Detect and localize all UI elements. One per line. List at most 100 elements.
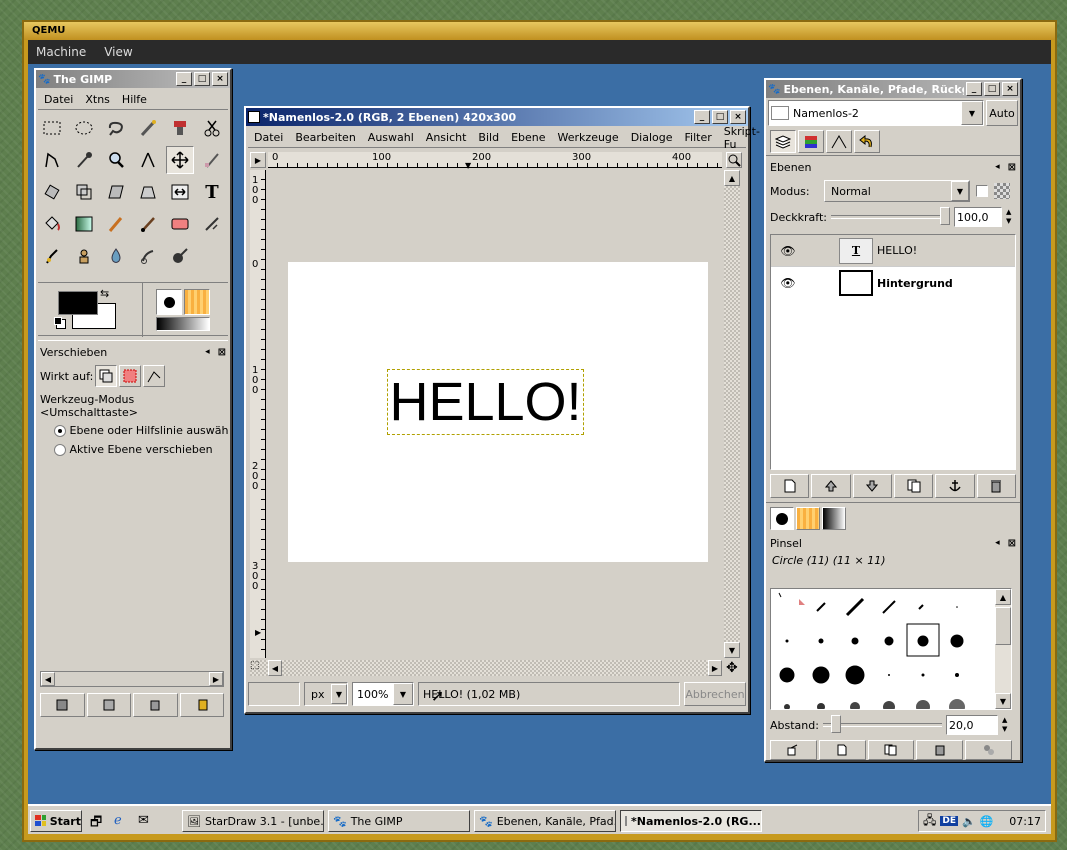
active-pattern-preview[interactable] bbox=[184, 289, 210, 315]
maximize-button[interactable]: □ bbox=[712, 110, 728, 124]
image-titlebar[interactable]: *Namenlos-2.0 (RGB, 2 Ebenen) 420x300 _ … bbox=[246, 108, 748, 126]
menu-werkzeuge[interactable]: Werkzeuge bbox=[552, 131, 625, 144]
opacity-slider-handle[interactable] bbox=[940, 207, 950, 225]
paths-icon[interactable] bbox=[38, 146, 66, 174]
auto-button[interactable]: Auto bbox=[986, 100, 1018, 126]
maximize-button[interactable]: □ bbox=[984, 82, 1000, 96]
scroll-right-button[interactable]: ▶ bbox=[209, 672, 223, 686]
blend-icon[interactable] bbox=[70, 210, 98, 238]
fg-bg-colors[interactable]: ⇆ bbox=[46, 287, 138, 333]
navigation-cross-icon[interactable]: ✥ bbox=[726, 660, 742, 676]
scissors-icon[interactable] bbox=[198, 114, 226, 142]
spacing-slider[interactable] bbox=[822, 715, 942, 733]
globe-icon[interactable]: 🌐 bbox=[980, 815, 994, 828]
delete-options-icon[interactable] bbox=[133, 693, 178, 717]
menu-ebene[interactable]: Ebene bbox=[505, 131, 551, 144]
close-button[interactable]: × bbox=[730, 110, 746, 124]
chevron-down-icon[interactable]: ▼ bbox=[961, 101, 983, 125]
swap-colors-icon[interactable]: ⇆ bbox=[100, 287, 109, 300]
active-brush-preview[interactable] bbox=[156, 289, 182, 315]
menu-filter[interactable]: Filter bbox=[679, 131, 718, 144]
panel-menu-icon[interactable]: ◂ bbox=[995, 538, 1000, 548]
tab-layers-icon[interactable] bbox=[770, 130, 796, 153]
dock-titlebar[interactable]: 🐾 Ebenen, Kanäle, Pfade, Rückg... _ □ × bbox=[766, 80, 1020, 98]
spacing-field[interactable]: 20,0 bbox=[946, 715, 998, 735]
eraser-icon[interactable] bbox=[166, 210, 194, 238]
vertical-ruler[interactable]: 100 0 100 200 300 ▶ bbox=[250, 170, 266, 658]
dodge-burn-icon[interactable] bbox=[166, 242, 194, 270]
ink-icon[interactable] bbox=[38, 242, 66, 270]
measure-icon[interactable] bbox=[134, 146, 162, 174]
option-active-layer[interactable]: Aktive Ebene verschieben bbox=[38, 440, 228, 459]
color-select-icon[interactable] bbox=[166, 114, 194, 142]
affect-path-icon[interactable] bbox=[143, 365, 166, 387]
duplicate-brush-icon[interactable] bbox=[867, 740, 915, 760]
anchor-layer-icon[interactable] bbox=[935, 474, 975, 498]
tab-patterns-icon[interactable] bbox=[796, 507, 820, 530]
network-icon[interactable]: 🖧 bbox=[923, 811, 936, 832]
menu-bild[interactable]: Bild bbox=[472, 131, 505, 144]
desktop-icon[interactable]: 🗗 bbox=[90, 813, 108, 831]
menu-datei[interactable]: Datei bbox=[38, 93, 79, 106]
delete-brush-icon[interactable] bbox=[916, 740, 964, 760]
menu-dialoge[interactable]: Dialoge bbox=[625, 131, 679, 144]
delete-layer-icon[interactable] bbox=[976, 474, 1016, 498]
affect-layer-icon[interactable] bbox=[95, 365, 118, 387]
text-icon[interactable]: T bbox=[198, 178, 226, 206]
layer-row[interactable]: 👁 Hintergrund bbox=[771, 267, 1015, 299]
tab-channels-icon[interactable] bbox=[798, 130, 824, 153]
affect-selection-icon[interactable] bbox=[119, 365, 142, 387]
reset-options-icon[interactable] bbox=[179, 693, 224, 717]
image-select[interactable]: Namenlos-2 ▼ bbox=[768, 100, 984, 126]
perspective-icon[interactable] bbox=[134, 178, 162, 206]
shear-icon[interactable] bbox=[102, 178, 130, 206]
radio-selected[interactable] bbox=[54, 425, 66, 437]
chevron-down-icon[interactable]: ▼ bbox=[951, 181, 969, 201]
scroll-up-button[interactable]: ▲ bbox=[724, 170, 740, 186]
mode-select[interactable]: Normal ▼ bbox=[824, 180, 970, 202]
task-image-window[interactable]: *Namenlos-2.0 (RG... bbox=[620, 810, 762, 832]
close-button[interactable]: × bbox=[212, 72, 228, 86]
unit-select[interactable]: px ▼ bbox=[304, 682, 348, 706]
horizontal-scrollbar[interactable]: ◀ ▶ bbox=[40, 671, 224, 687]
foreground-color-swatch[interactable] bbox=[58, 291, 98, 315]
lower-layer-icon[interactable] bbox=[852, 474, 892, 498]
panel-menu-icon[interactable]: ◂ bbox=[205, 347, 210, 357]
outlook-icon[interactable]: ✉ bbox=[138, 813, 156, 831]
smudge-icon[interactable] bbox=[134, 242, 162, 270]
pencil-icon[interactable] bbox=[102, 210, 130, 238]
eye-icon[interactable]: 👁 bbox=[771, 244, 805, 258]
language-indicator[interactable]: DE bbox=[940, 816, 959, 826]
chevron-down-icon[interactable]: ▼ bbox=[393, 683, 413, 705]
preserve-transparency-checkbox[interactable] bbox=[976, 185, 988, 197]
quick-mask-menu-icon[interactable]: ▶ bbox=[250, 152, 266, 168]
menu-hilfe[interactable]: Hilfe bbox=[116, 93, 153, 106]
option-layer-or-guide[interactable]: Ebene oder Hilfslinie auswählen bbox=[38, 421, 228, 440]
move-icon[interactable] bbox=[166, 146, 194, 174]
radio-unselected[interactable] bbox=[54, 444, 66, 456]
restore-options-icon[interactable] bbox=[86, 693, 131, 717]
scroll-left-button[interactable]: ◀ bbox=[41, 672, 55, 686]
scroll-down-button[interactable]: ▼ bbox=[995, 693, 1011, 709]
menu-xtns[interactable]: Xtns bbox=[79, 93, 116, 106]
menu-datei[interactable]: Datei bbox=[248, 131, 289, 144]
zoom-to-fit-icon[interactable] bbox=[726, 152, 742, 168]
scale-icon[interactable] bbox=[70, 178, 98, 206]
ie-icon[interactable]: ℯ bbox=[114, 813, 132, 831]
duplicate-layer-icon[interactable] bbox=[893, 474, 934, 498]
zoom-select[interactable]: 100% ▼ bbox=[352, 682, 414, 706]
vertical-scrollbar[interactable]: ▲ ▼ bbox=[724, 170, 740, 658]
panel-close-icon[interactable]: ⊠ bbox=[1008, 538, 1016, 549]
toolbox-titlebar[interactable]: 🐾 The GIMP _ □ × bbox=[36, 70, 230, 88]
magic-wand-icon[interactable] bbox=[134, 114, 162, 142]
chevron-down-icon[interactable]: ▼ bbox=[331, 684, 347, 704]
scroll-left-button[interactable]: ◀ bbox=[268, 660, 282, 676]
start-button[interactable]: Start bbox=[30, 810, 82, 832]
menu-ansicht[interactable]: Ansicht bbox=[420, 131, 473, 144]
edit-brush-icon[interactable] bbox=[770, 740, 817, 760]
scroll-up-button[interactable]: ▲ bbox=[995, 589, 1011, 605]
tab-brushes-icon[interactable] bbox=[770, 507, 794, 530]
scroll-down-button[interactable]: ▼ bbox=[724, 642, 740, 658]
crop-icon[interactable] bbox=[198, 146, 226, 174]
qemu-menu-view[interactable]: View bbox=[104, 45, 132, 59]
